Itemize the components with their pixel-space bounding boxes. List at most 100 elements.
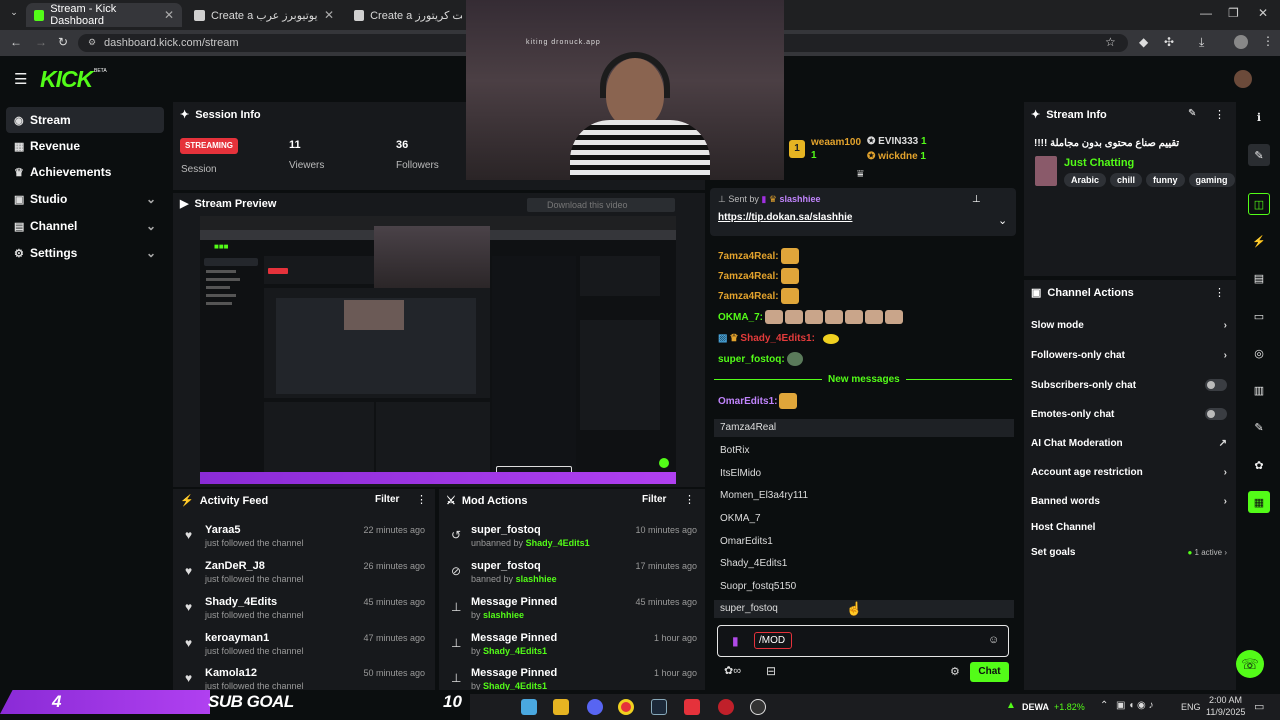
chat-message[interactable]: ▨ ♛ Shady_4Edits1: <box>718 333 839 344</box>
activity-user[interactable]: keroayman1 <box>205 632 269 644</box>
subscribers-only-toggle[interactable] <box>1205 379 1227 391</box>
browser-tab-kick[interactable]: Stream - Kick Dashboard ✕ <box>26 3 182 27</box>
leaderboard-user[interactable]: ✪ wickdne 1 <box>867 151 926 162</box>
tab-search-button[interactable]: ⌄ <box>6 7 22 23</box>
action-ai-moderation[interactable]: AI Chat Moderation ↗ <box>1031 438 1227 449</box>
back-icon[interactable]: ← <box>10 35 22 49</box>
leaderboard-user[interactable]: ✪ EVIN333 1 <box>867 136 927 147</box>
support-chat-button[interactable]: ☏ <box>1236 650 1264 678</box>
chat-username[interactable]: 7amza4Real: <box>718 251 779 262</box>
more-options-icon[interactable]: ⋮ <box>684 493 695 506</box>
chat-username[interactable]: Shady_4Edits1: <box>740 333 814 344</box>
more-options-icon[interactable]: ⋮ <box>1214 108 1225 121</box>
channel-points-icon[interactable]: ✿∞ <box>724 664 741 677</box>
layout-icon[interactable]: ▥ <box>1248 379 1270 401</box>
info-icon[interactable]: ℹ <box>1248 106 1270 128</box>
file-explorer-icon[interactable] <box>553 699 569 715</box>
action-followers-only[interactable]: Followers-only chat › <box>1031 350 1227 361</box>
activity-user[interactable]: Shady_4Edits <box>205 596 277 608</box>
chat-message[interactable]: super_fostoq: <box>718 352 803 366</box>
clapper-icon[interactable]: ▦ <box>1248 491 1270 513</box>
mod-filter-button[interactable]: Filter <box>642 494 666 505</box>
clip-icon[interactable]: ◫ <box>1248 193 1270 215</box>
steam-icon[interactable] <box>651 699 667 715</box>
category-link[interactable]: Just Chatting <box>1064 157 1134 169</box>
mod-action-target[interactable]: Message Pinned <box>471 632 557 644</box>
action-emotes-only[interactable]: Emotes-only chat <box>1031 408 1227 420</box>
suggestion-item[interactable]: Shady_4Edits1 <box>720 558 787 569</box>
bookmark-star-icon[interactable]: ☆ <box>1105 35 1116 49</box>
download-video-button[interactable]: Download this video <box>527 198 675 212</box>
activity-user[interactable]: Yaraa5 <box>205 524 240 536</box>
suggestion-item[interactable]: Suopr_fostq5150 <box>720 581 796 592</box>
more-options-icon[interactable]: ⋮ <box>416 493 427 506</box>
category-thumbnail[interactable] <box>1035 156 1057 186</box>
tray-chevron-icon[interactable]: ⌃ <box>1100 700 1108 711</box>
clock-date[interactable]: 11/9/2025 <box>1206 707 1245 717</box>
reload-icon[interactable]: ↻ <box>58 35 68 49</box>
kick-logo[interactable]: KICK <box>40 66 93 93</box>
browser-menu-icon[interactable]: ⋮ <box>1262 34 1274 48</box>
mod-action-target[interactable]: super_fostoq <box>471 524 541 536</box>
close-window-icon[interactable]: ✕ <box>1258 6 1268 20</box>
stream-preview-video[interactable]: ■■■ <box>200 216 676 484</box>
tag-chip[interactable]: gaming <box>1188 173 1235 187</box>
discord-icon[interactable] <box>587 699 603 715</box>
gift-icon[interactable]: ⊟ <box>766 664 776 678</box>
action-slow-mode[interactable]: Slow mode › <box>1031 320 1227 331</box>
pinned-sender[interactable]: slashhiee <box>779 194 820 204</box>
mod-action-actor[interactable]: Shady_4Edits1 <box>483 681 547 690</box>
tag-chip[interactable]: chill <box>1110 173 1143 187</box>
users-icon[interactable]: ✿ <box>1248 454 1270 476</box>
action-account-age[interactable]: Account age restriction › <box>1031 467 1227 478</box>
edit-stream-icon[interactable]: ✎ <box>1248 144 1270 166</box>
tag-chip[interactable]: Arabic <box>1064 173 1107 187</box>
suggestion-item[interactable]: OKMA_7 <box>720 513 761 524</box>
youtube-icon[interactable] <box>684 699 700 715</box>
activity-user[interactable]: ZanDeR_J8 <box>205 560 265 572</box>
suggestion-item[interactable]: super_fostoq <box>720 603 778 614</box>
suggestion-item[interactable]: 7amza4Real <box>720 422 776 433</box>
sidebar-item-achievements[interactable]: ♛ Achievements <box>6 159 164 185</box>
tag-chip[interactable]: funny <box>1146 173 1185 187</box>
collapse-leaderboard-icon[interactable]: ⩸ <box>857 168 864 181</box>
mod-action-actor[interactable]: Shady_4Edits1 <box>526 538 590 548</box>
chat-username[interactable]: 7amza4Real: <box>718 291 779 302</box>
maximize-window-icon[interactable]: ❐ <box>1228 6 1239 20</box>
suggestion-item[interactable]: ItsElMido <box>720 468 761 479</box>
unpin-icon[interactable]: ⊥ <box>972 194 981 205</box>
browser-tab-tier-1[interactable]: Create a تقييم يوتيوبرز عرب Tier ✕ <box>186 3 342 27</box>
chat-input-box[interactable]: ▮ /MOD ☺ <box>717 625 1009 657</box>
emoji-icon[interactable]: ☺ <box>988 634 999 646</box>
browser-tab-tier-2[interactable]: Create a كوست كريتورز Tier <box>346 3 470 27</box>
suggestion-item[interactable]: OmarEdits1 <box>720 536 773 547</box>
action-subscribers-only[interactable]: Subscribers-only chat <box>1031 379 1227 391</box>
clock-time[interactable]: 2:00 AM <box>1209 695 1242 705</box>
sidebar-item-stream[interactable]: ◉ Stream <box>6 107 164 133</box>
chat-username[interactable]: super_fostoq: <box>718 354 785 365</box>
chat-username[interactable]: OmarEdits1: <box>718 396 777 407</box>
mod-action-actor[interactable]: Shady_4Edits1 <box>483 646 547 656</box>
wrench-icon[interactable]: ✎ <box>1248 416 1270 438</box>
mod-action-target[interactable]: super_fostoq <box>471 560 541 572</box>
pinned-link[interactable]: https://tip.dokan.sa/slashhie <box>718 212 852 223</box>
chat-message[interactable]: 7amza4Real: <box>718 248 799 264</box>
minimize-window-icon[interactable]: — <box>1200 6 1212 20</box>
user-avatar[interactable] <box>1234 70 1252 88</box>
mod-action-target[interactable]: Message Pinned <box>471 596 557 608</box>
close-tab-icon[interactable]: ✕ <box>324 8 334 22</box>
broadcast-icon[interactable]: ◎ <box>1248 342 1270 364</box>
tray-icons[interactable]: ▣ ◖ ◉ ♪ <box>1116 700 1154 711</box>
forward-icon[interactable]: → <box>35 35 47 49</box>
language-indicator[interactable]: ENG <box>1181 702 1201 712</box>
chat-username[interactable]: 7amza4Real: <box>718 271 779 282</box>
sidebar-item-studio[interactable]: ▣ Studio ⌄ <box>6 186 164 212</box>
puzzle-extensions-icon[interactable]: ✣ <box>1164 35 1174 49</box>
chrome-icon[interactable] <box>618 699 634 715</box>
chat-bubble-icon[interactable]: ▭ <box>1248 305 1270 327</box>
chat-message[interactable]: OKMA_7: <box>718 310 904 324</box>
action-host-channel[interactable]: Host Channel <box>1031 522 1227 533</box>
pinned-message[interactable]: ⊥ Sent by ▮ ♛ slashhiee https://tip.doka… <box>710 188 1016 236</box>
mod-action-actor[interactable]: slashhiee <box>483 610 524 620</box>
profile-avatar-icon[interactable] <box>1234 35 1248 49</box>
